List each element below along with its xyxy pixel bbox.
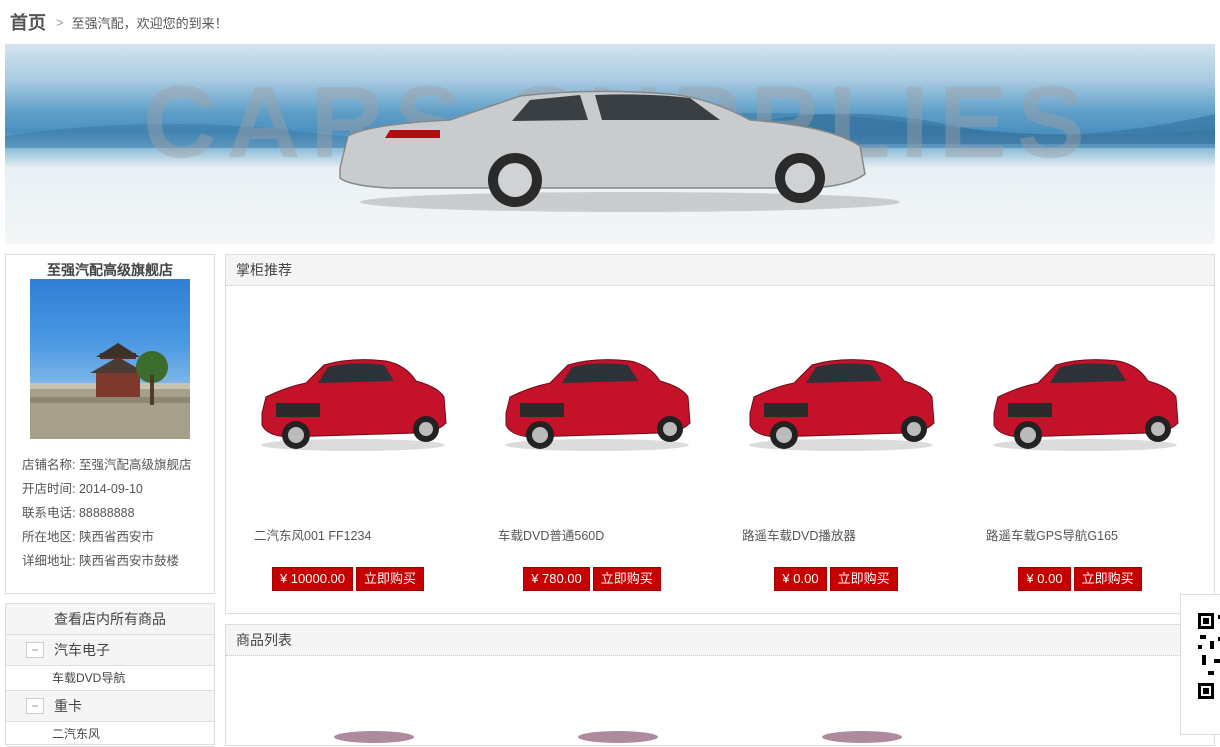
category-item-dvd-navigation[interactable]: 车载DVD导航 — [6, 666, 214, 691]
category-group-label: 汽车电子 — [54, 642, 110, 658]
product-price: ¥ 780.00 — [523, 567, 590, 591]
breadcrumb: 首页 > 至强汽配，欢迎您的到来！ — [10, 9, 228, 35]
product-card: 二汽东风001 FF1234 ¥ 10000.00 立即购买 — [226, 285, 470, 613]
red-car-image[interactable] — [256, 353, 450, 453]
product-list-panel: 商品列表 — [225, 624, 1215, 746]
collapse-icon[interactable]: − — [26, 642, 44, 658]
category-group-heavy-truck[interactable]: − 重卡 — [6, 691, 214, 722]
qr-code-widget[interactable] — [1180, 594, 1220, 735]
shop-details: 店铺名称: 至强汽配高级旗舰店 开店时间: 2014-09-10 联系电话: 8… — [22, 453, 191, 573]
shop-name-line: 店铺名称: 至强汽配高级旗舰店 — [22, 458, 192, 472]
shop-address-line: 详细地址: 陕西省西安市鼓楼 — [22, 554, 179, 568]
product-card: 路遥车载DVD播放器 ¥ 0.00 立即购买 — [714, 285, 958, 613]
welcome-text: 至强汽配，欢迎您的到来！ — [71, 15, 228, 31]
product-price: ¥ 10000.00 — [271, 567, 354, 591]
shop-photo-illustration — [30, 343, 190, 439]
store-banner: CARS SUPPLIES — [5, 44, 1215, 244]
product-name[interactable]: 路遥车载GPS导航G165 — [986, 525, 1118, 544]
product-name[interactable]: 二汽东风001 FF1234 — [254, 525, 371, 544]
product-card: 路遥车载GPS导航G165 ¥ 0.00 立即购买 — [958, 285, 1202, 613]
view-all-products-link[interactable]: 查看店内所有商品 — [6, 604, 214, 635]
buy-now-button[interactable]: 立即购买 — [356, 567, 425, 591]
shop-open-date-line: 开店时间: 2014-09-10 — [22, 482, 143, 496]
product-price: ¥ 0.00 — [774, 567, 827, 591]
buy-now-button[interactable]: 立即购买 — [592, 567, 661, 591]
red-car-image[interactable] — [744, 353, 938, 453]
collapse-icon[interactable]: − — [26, 698, 44, 714]
recommended-title: 掌柜推荐 — [226, 255, 1214, 286]
product-list-previews — [334, 731, 902, 743]
category-item-dongfeng[interactable]: 二汽东风 — [6, 722, 214, 747]
product-price: ¥ 0.00 — [1018, 567, 1071, 591]
silver-car-image — [339, 90, 900, 212]
product-name[interactable]: 车载DVD普通560D — [498, 525, 604, 544]
product-list-title: 商品列表 — [226, 625, 1214, 656]
recommended-panel: 掌柜推荐 二汽东风001 FF1234 ¥ 10000.00 立即购买 车载DV… — [225, 254, 1215, 614]
shop-title: 至强汽配高级旗舰店 — [47, 262, 173, 278]
red-car-image[interactable] — [988, 353, 1182, 453]
category-panel: 查看店内所有商品 − 汽车电子 车载DVD导航 − 重卡 二汽东风 — [5, 603, 215, 747]
breadcrumb-home-link[interactable]: 首页 — [10, 9, 46, 35]
red-car-image[interactable] — [500, 353, 694, 453]
shop-photo — [30, 279, 190, 439]
shop-region-line: 所在地区: 陕西省西安市 — [22, 530, 154, 544]
buy-now-button[interactable]: 立即购买 — [829, 567, 898, 591]
buy-now-button[interactable]: 立即购买 — [1073, 567, 1142, 591]
category-group-label: 重卡 — [54, 698, 82, 714]
product-name[interactable]: 路遥车载DVD播放器 — [742, 525, 856, 544]
shop-info-panel: 至强汽配高级旗舰店 店铺名称: 至强汽配高级旗舰店 开店时间: 2014-09-… — [5, 254, 215, 594]
product-card: 车载DVD普通560D ¥ 780.00 立即购买 — [470, 285, 714, 613]
qr-code-icon — [1196, 611, 1220, 703]
shop-phone-line: 联系电话: 88888888 — [22, 506, 135, 520]
category-group-auto-electronics[interactable]: − 汽车电子 — [6, 635, 214, 666]
breadcrumb-separator: > — [56, 14, 64, 30]
